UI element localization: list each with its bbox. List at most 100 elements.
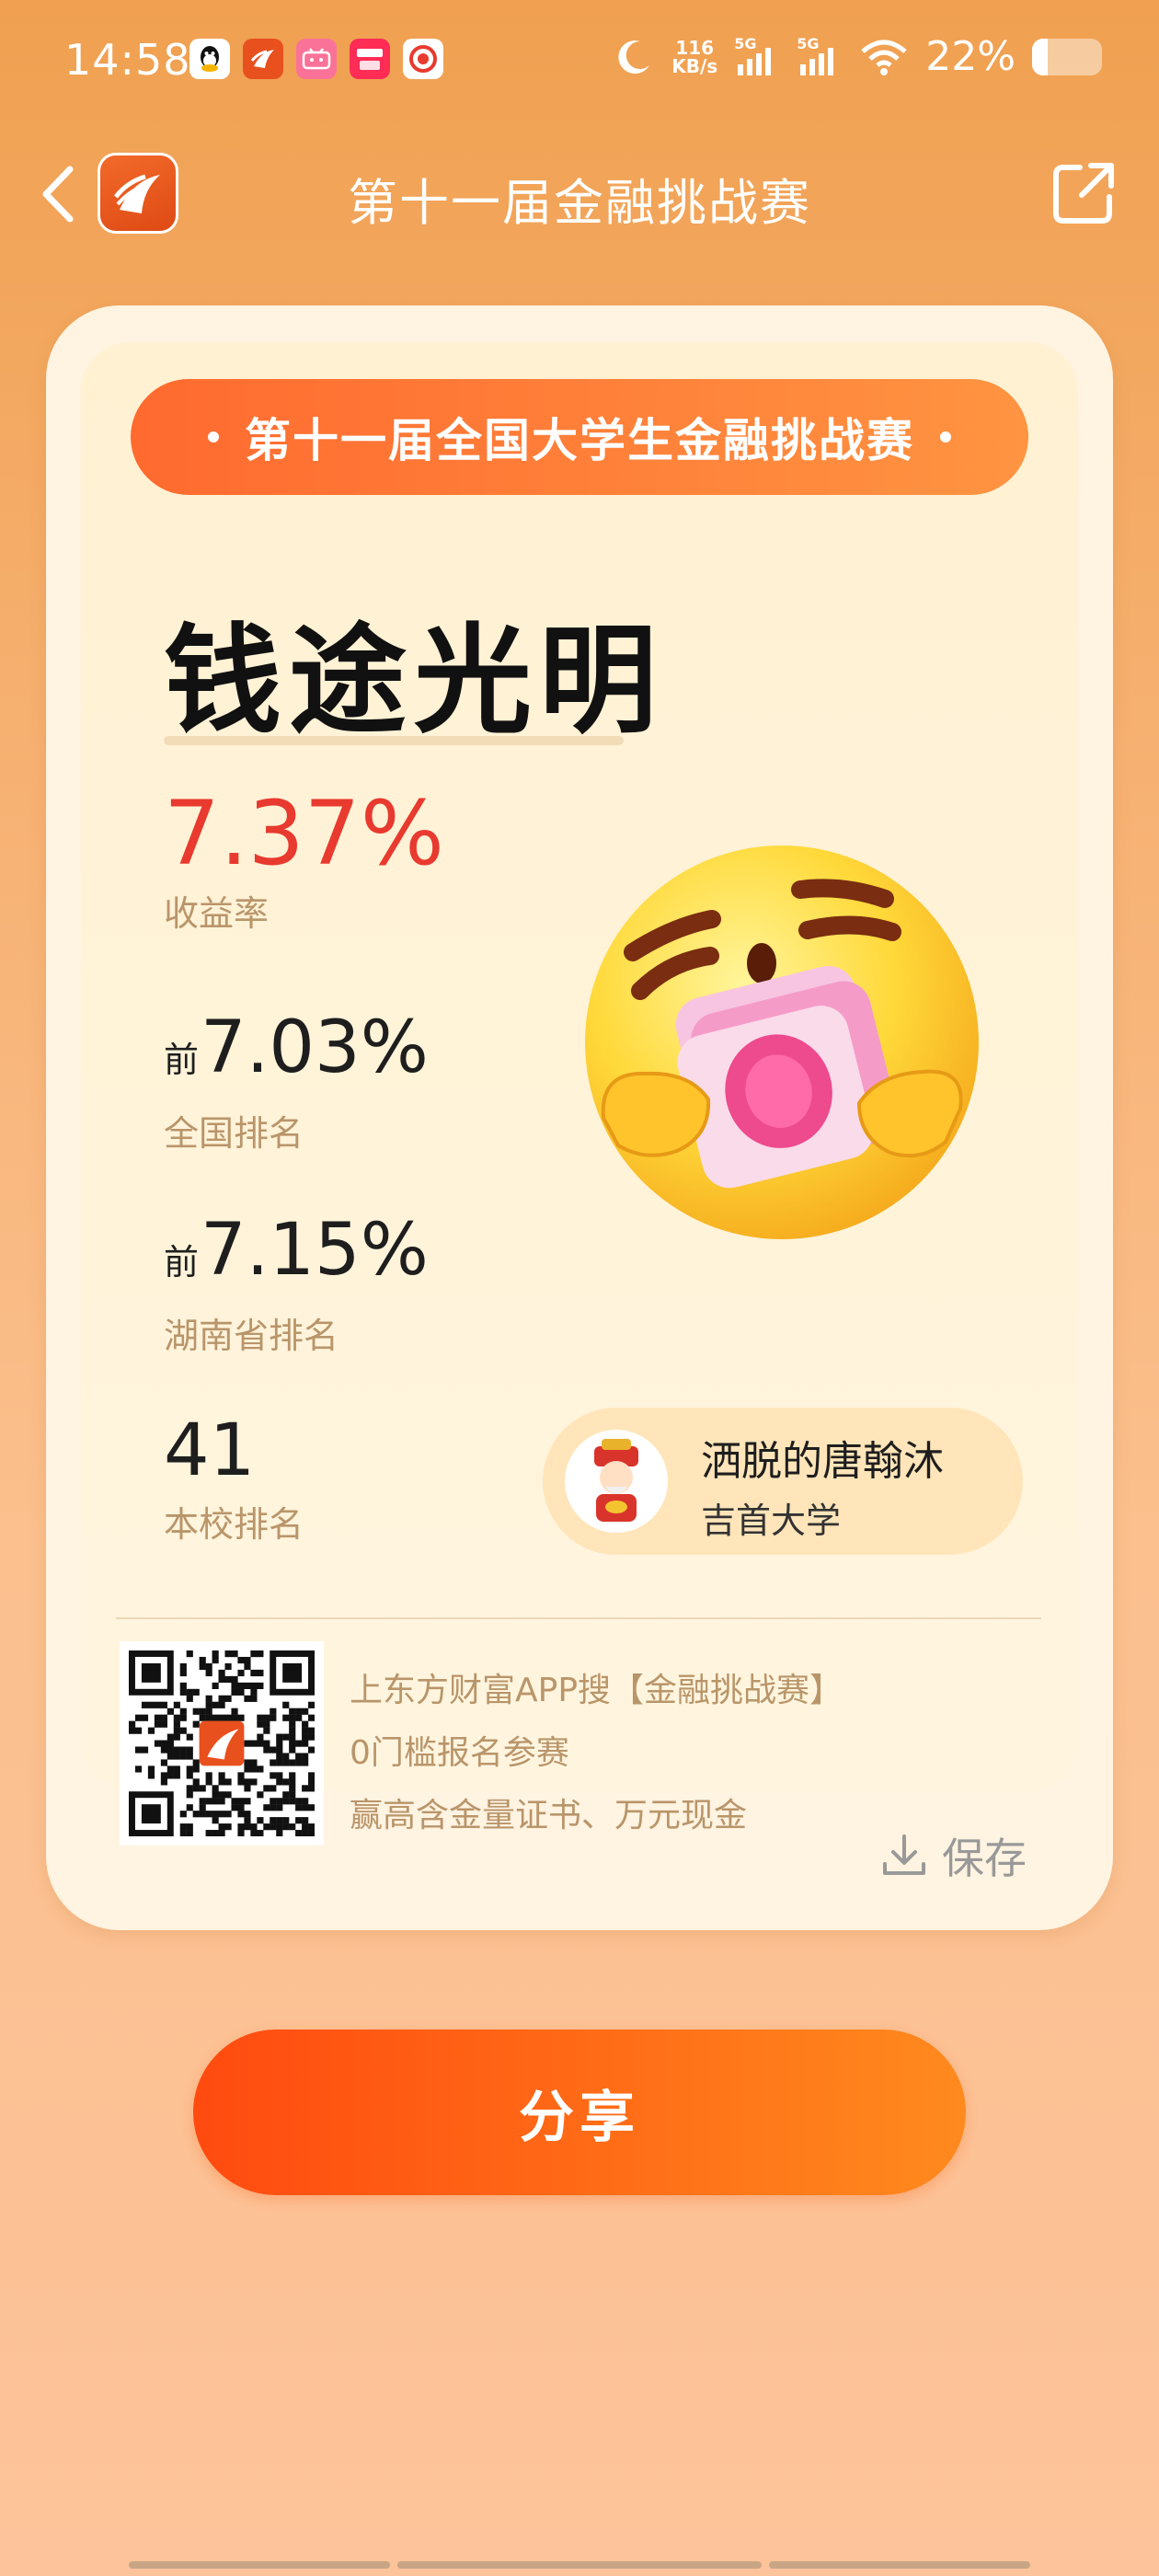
qr-module xyxy=(192,1759,200,1766)
qr-module xyxy=(237,1772,245,1779)
qr-module xyxy=(179,1669,187,1677)
qr-module xyxy=(192,1778,200,1786)
qr-module xyxy=(295,1714,303,1721)
province-prefix: 前 xyxy=(164,1242,200,1282)
qr-module xyxy=(263,1727,270,1734)
qr-module xyxy=(282,1791,290,1799)
qr-module xyxy=(212,1650,219,1658)
qr-module xyxy=(257,1650,264,1658)
qr-module xyxy=(166,1733,174,1741)
return-value: 7.37% xyxy=(164,782,444,885)
qr-module xyxy=(257,1830,264,1837)
qr-module xyxy=(237,1811,245,1818)
qr-module xyxy=(179,1662,187,1671)
qr-module xyxy=(160,1746,167,1754)
qr-module xyxy=(231,1688,238,1696)
qr-module xyxy=(302,1830,309,1837)
qr-module xyxy=(199,1798,206,1805)
qr-module xyxy=(308,1727,316,1734)
external-share-button[interactable] xyxy=(1049,158,1119,228)
eastmoney-icon xyxy=(243,39,283,79)
qr-module xyxy=(224,1695,232,1702)
home-indicator xyxy=(769,2561,1030,2569)
qr-module xyxy=(218,1701,225,1708)
qr-module xyxy=(282,1798,290,1805)
headline: 钱途光明 xyxy=(164,613,665,750)
qr-module xyxy=(199,1708,206,1715)
qr-module xyxy=(186,1650,193,1658)
qr-module xyxy=(192,1765,200,1773)
qr-module xyxy=(224,1811,232,1818)
qr-module xyxy=(250,1688,258,1696)
qr-module xyxy=(308,1714,316,1721)
qr-module xyxy=(231,1675,238,1684)
qr-module xyxy=(308,1804,316,1811)
save-button[interactable]: 保存 xyxy=(879,1825,1027,1886)
qr-module xyxy=(173,1765,180,1773)
qr-module xyxy=(173,1772,180,1779)
qr-module xyxy=(212,1830,219,1837)
qr-module xyxy=(270,1823,277,1831)
qr-module xyxy=(154,1701,162,1708)
qr-module xyxy=(308,1830,316,1837)
qr-module xyxy=(270,1759,277,1766)
qr-module xyxy=(179,1714,187,1721)
qr-module xyxy=(205,1811,212,1818)
qr-module xyxy=(173,1701,180,1708)
qr-module xyxy=(134,1746,143,1754)
qr-module xyxy=(205,1701,212,1708)
qr-module xyxy=(289,1785,296,1792)
qr-module xyxy=(244,1656,251,1664)
qr-module xyxy=(129,1720,136,1728)
qr-code-graphic xyxy=(129,1650,316,1837)
qr-module xyxy=(295,1759,303,1766)
qr-module xyxy=(192,1811,200,1818)
signal-bars-icon xyxy=(800,47,834,75)
qr-module xyxy=(308,1778,316,1786)
qr-module xyxy=(250,1823,258,1831)
qr-module xyxy=(289,1720,296,1728)
qr-module xyxy=(244,1785,251,1792)
wifi-icon xyxy=(861,40,907,75)
return-stat: 7.37% 收益率 xyxy=(164,788,444,936)
qr-module xyxy=(160,1740,167,1747)
qr-module xyxy=(218,1811,225,1818)
qr-module xyxy=(237,1804,245,1811)
qr-module xyxy=(205,1669,212,1677)
qr-module xyxy=(179,1708,187,1715)
qr-module xyxy=(237,1830,245,1837)
recorder-icon xyxy=(403,39,443,79)
qr-module xyxy=(302,1759,309,1766)
qr-module xyxy=(231,1708,238,1715)
home-indicator xyxy=(397,2561,762,2569)
qr-module xyxy=(263,1720,270,1728)
share-button[interactable]: 分享 xyxy=(193,2030,966,2195)
qr-module xyxy=(289,1740,296,1747)
qr-module xyxy=(302,1753,309,1760)
notification-icons xyxy=(189,39,443,79)
qr-module xyxy=(302,1740,309,1747)
qr-module xyxy=(129,1727,136,1734)
qr-module xyxy=(205,1662,212,1671)
qr-module xyxy=(308,1746,316,1754)
qr-module xyxy=(179,1753,187,1760)
save-label: 保存 xyxy=(942,1834,1027,1883)
qr-module xyxy=(302,1733,309,1741)
qr-module xyxy=(231,1798,238,1805)
qr-module xyxy=(270,1772,277,1779)
qr-module xyxy=(308,1733,316,1741)
qr-module xyxy=(218,1823,225,1831)
qr-module xyxy=(224,1791,232,1799)
qr-module xyxy=(289,1733,296,1741)
qr-code xyxy=(120,1641,324,1846)
qr-module xyxy=(199,1804,206,1811)
qr-module xyxy=(166,1765,174,1773)
qr-module xyxy=(237,1682,245,1689)
qr-module xyxy=(270,1785,277,1792)
qr-module xyxy=(308,1701,316,1708)
national-prefix: 前 xyxy=(164,1040,200,1080)
qr-module xyxy=(276,1804,283,1811)
qr-module xyxy=(276,1778,283,1786)
qr-module xyxy=(237,1688,245,1696)
qr-module xyxy=(276,1772,283,1779)
